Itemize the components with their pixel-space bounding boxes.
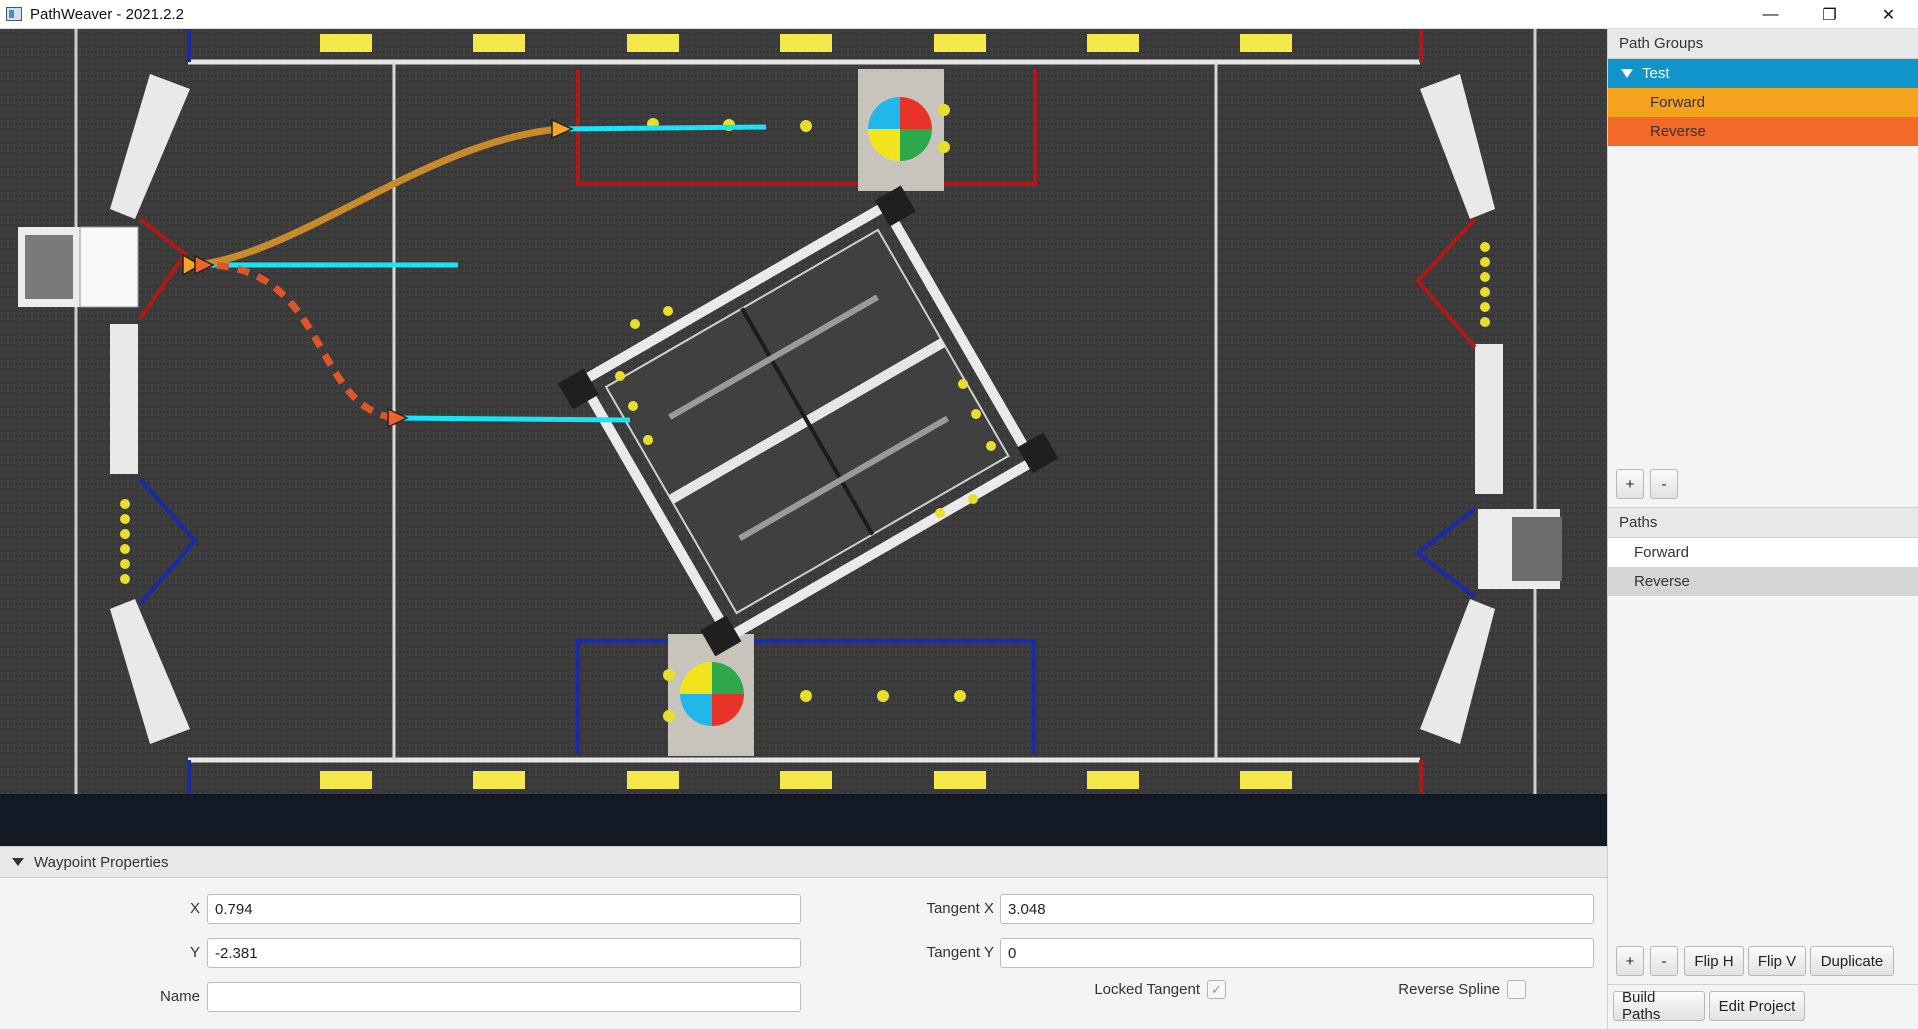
duplicate-button[interactable]: Duplicate: [1810, 946, 1894, 976]
field-image: [0, 29, 1607, 794]
tree-item-reverse[interactable]: Reverse: [1608, 117, 1918, 146]
tangent-x-label: Tangent X: [926, 900, 994, 917]
add-path-button[interactable]: +: [1616, 946, 1644, 976]
tree-item-label: Reverse: [1650, 123, 1706, 140]
maximize-button[interactable]: ❐: [1800, 0, 1859, 29]
window-controls: — ❐ ✕: [1741, 0, 1918, 29]
remove-path-button[interactable]: -: [1650, 946, 1678, 976]
name-field[interactable]: [207, 982, 801, 1012]
build-paths-button[interactable]: Build Paths: [1613, 989, 1705, 1023]
x-field[interactable]: [207, 894, 801, 924]
locked-tangent-checkbox[interactable]: ✓: [1207, 980, 1226, 999]
minimize-button[interactable]: —: [1741, 0, 1800, 29]
field-margin: [0, 794, 1607, 846]
check-icon: ✓: [1211, 981, 1222, 997]
paths-header: Paths: [1608, 508, 1918, 538]
y-field[interactable]: [207, 938, 801, 968]
remove-group-button[interactable]: -: [1650, 469, 1678, 499]
tangent-x-field[interactable]: [1000, 894, 1594, 924]
x-label: X: [189, 900, 200, 917]
edit-project-button[interactable]: Edit Project: [1709, 991, 1805, 1021]
expand-icon: [1621, 69, 1633, 78]
path-item-label: Reverse: [1634, 573, 1690, 590]
reverse-spline-label: Reverse Spline: [1398, 981, 1500, 998]
field-canvas[interactable]: [0, 29, 1607, 794]
paths-section: Paths Forward Reverse: [1608, 508, 1918, 596]
locked-tangent-label: Locked Tangent: [1094, 981, 1200, 998]
title-bar: PathWeaver - 2021.2.2 — ❐ ✕: [0, 0, 1918, 29]
waypoint-properties-panel: Waypoint Properties X Y Name Tangent X T…: [0, 846, 1607, 1029]
name-label: Name: [159, 988, 200, 1005]
tangent-y-field[interactable]: [1000, 938, 1594, 968]
close-button[interactable]: ✕: [1859, 0, 1918, 29]
app-icon: [6, 7, 22, 21]
add-group-button[interactable]: +: [1616, 469, 1644, 499]
flip-v-button[interactable]: Flip V: [1748, 946, 1806, 976]
tree-item-label: Forward: [1650, 94, 1706, 111]
collapse-icon: [12, 858, 24, 866]
divider: [1608, 984, 1918, 985]
tree-group-test[interactable]: Test: [1608, 59, 1918, 88]
sidebar: Path Groups Test Forward Reverse + - Pat…: [1607, 29, 1918, 1029]
y-label: Y: [189, 944, 200, 961]
tree-item-forward[interactable]: Forward: [1608, 88, 1918, 117]
window-title: PathWeaver - 2021.2.2: [30, 5, 184, 23]
reverse-spline-checkbox[interactable]: [1507, 980, 1526, 999]
waypoint-properties-title: Waypoint Properties: [34, 853, 169, 871]
group-label: Test: [1642, 65, 1670, 82]
path-item-label: Forward: [1634, 544, 1690, 561]
path-item-reverse[interactable]: Reverse: [1608, 567, 1918, 596]
path-groups-header: Path Groups: [1608, 29, 1918, 59]
tangent-y-label: Tangent Y: [926, 944, 994, 961]
path-item-forward[interactable]: Forward: [1608, 538, 1918, 567]
waypoint-properties-header[interactable]: Waypoint Properties: [0, 847, 1607, 878]
flip-h-button[interactable]: Flip H: [1684, 946, 1744, 976]
